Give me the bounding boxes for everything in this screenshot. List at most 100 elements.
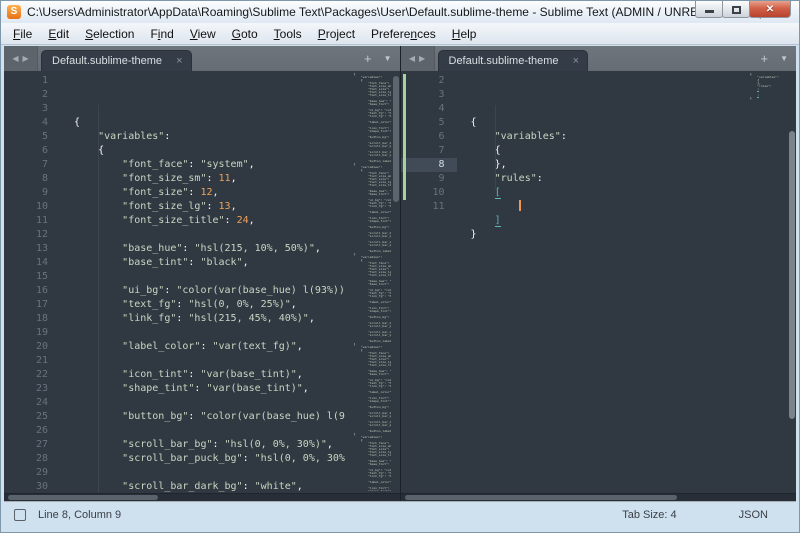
code-token: [354, 153, 368, 157]
code-token: :: [176, 299, 188, 310]
menu-file[interactable]: File: [5, 25, 40, 43]
code-line[interactable]: "variables":: [471, 130, 797, 144]
minimize-icon: [705, 10, 714, 13]
code-line[interactable]: [74, 270, 400, 284]
minimap[interactable]: { "variables": { "font_face": "system", …: [354, 73, 391, 491]
horizontal-scrollbar-thumb[interactable]: [8, 495, 158, 500]
code-line[interactable]: "rules":: [471, 172, 797, 186]
close-button[interactable]: ✕: [749, 1, 791, 18]
menu-project[interactable]: Project: [310, 25, 363, 43]
menu-find[interactable]: Find: [142, 25, 181, 43]
caret-position[interactable]: Line 8, Column 9: [38, 509, 121, 521]
tab-overflow-icon[interactable]: ▼: [384, 54, 392, 63]
code-token: "label_color": [368, 300, 391, 304]
menu-goto[interactable]: Goto: [224, 25, 266, 43]
code-token: [471, 187, 495, 198]
minimap[interactable]: { "variables": { }, "rules": [ ]}: [750, 73, 787, 491]
new-tab-icon[interactable]: +: [760, 52, 768, 65]
vertical-scrollbar-thumb[interactable]: [393, 76, 399, 202]
tab-default-sublime-theme[interactable]: Default.sublime-theme ×: [438, 50, 589, 71]
code-line[interactable]: {: [471, 116, 797, 130]
code-token: "font_size": [122, 187, 188, 198]
code-line: "base_tint": "black",: [354, 103, 391, 106]
horizontal-scrollbar-thumb[interactable]: [405, 495, 677, 500]
code-line[interactable]: {: [74, 144, 400, 158]
menu-selection[interactable]: Selection: [77, 25, 142, 43]
maximize-button[interactable]: [722, 1, 750, 18]
code-line[interactable]: "base_tint": "black",: [74, 256, 400, 270]
close-tab-icon[interactable]: ×: [176, 55, 182, 67]
vertical-scrollbar[interactable]: [789, 73, 795, 491]
code-line[interactable]: "ui_bg": "color(var(base_hue) l(93%)): [74, 284, 400, 298]
code-line[interactable]: }: [471, 228, 797, 242]
code-line[interactable]: ]: [471, 214, 797, 228]
horizontal-scrollbar[interactable]: [4, 493, 400, 501]
tab-size-indicator[interactable]: Tab Size: 4: [622, 509, 676, 521]
code-line[interactable]: "font_size": 12,: [74, 186, 400, 200]
code-area[interactable]: { "variables": { }, "rules": [ ]}: [471, 74, 797, 493]
sublime-logo-icon: S: [7, 5, 21, 19]
code-line: "shape_tint": "var(base_tint)",: [354, 310, 391, 313]
line-number: 5: [4, 130, 60, 144]
code-token: {: [74, 117, 80, 128]
code-line[interactable]: [471, 200, 797, 214]
code-line[interactable]: "button_bg": "color(var(base_hue) l(9: [74, 410, 400, 424]
tab-next-icon[interactable]: ▶: [23, 54, 29, 63]
code-line[interactable]: "font_face": "system",: [74, 158, 400, 172]
code-token: :: [200, 341, 212, 352]
minimize-button[interactable]: [695, 1, 723, 18]
code-line[interactable]: [74, 424, 400, 438]
code-line[interactable]: "font_size_lg": 13,: [74, 200, 400, 214]
menu-help[interactable]: Help: [444, 25, 485, 43]
code-line[interactable]: {: [74, 116, 400, 130]
code-token: [354, 204, 368, 208]
code-line[interactable]: "text_fg": "hsl(0, 0%, 25%)",: [74, 298, 400, 312]
code-line[interactable]: [74, 466, 400, 480]
status-panel-icon[interactable]: [14, 509, 26, 521]
code-line[interactable]: "base_hue": "hsl(215, 10%, 50%)",: [74, 242, 400, 256]
menu-tools[interactable]: Tools: [266, 25, 310, 43]
code-line[interactable]: [74, 326, 400, 340]
code-line[interactable]: [74, 396, 400, 410]
menu-edit[interactable]: Edit: [40, 25, 77, 43]
tab-overflow-icon[interactable]: ▼: [780, 54, 788, 63]
code-line[interactable]: [471, 242, 797, 256]
code-token: "font_size_title": [368, 273, 391, 277]
code-line[interactable]: "scroll_bar_puck_bg": "hsl(0, 0%, 30%: [74, 452, 400, 466]
code-line[interactable]: "scroll_bar_bg": "hsl(0, 0%, 30%)",: [74, 438, 400, 452]
code-editor[interactable]: 1234567891011121314151617181920212223242…: [4, 71, 400, 493]
close-tab-icon[interactable]: ×: [573, 55, 579, 67]
horizontal-scrollbar[interactable]: [401, 493, 797, 501]
code-line[interactable]: [74, 228, 400, 242]
tab-prev-icon[interactable]: ◀: [12, 54, 18, 63]
code-token: :: [390, 489, 391, 491]
code-line[interactable]: [: [471, 186, 797, 200]
tab-default-sublime-theme[interactable]: Default.sublime-theme ×: [41, 50, 192, 71]
syntax-indicator[interactable]: JSON: [739, 509, 768, 521]
code-line[interactable]: "variables":: [74, 130, 400, 144]
code-line[interactable]: "icon_tint": "var(base_tint)",: [74, 368, 400, 382]
code-line[interactable]: "shape_tint": "var(base_tint)",: [74, 382, 400, 396]
code-line[interactable]: "scroll_bar_dark_bg": "white",: [74, 480, 400, 493]
vertical-scrollbar-thumb[interactable]: [789, 131, 795, 419]
code-line[interactable]: "font_size_sm": 11,: [74, 172, 400, 186]
code-line[interactable]: "label_color": "var(text_fg)",: [74, 340, 400, 354]
code-line[interactable]: {: [471, 144, 797, 158]
tab-next-icon[interactable]: ▶: [419, 54, 425, 63]
menu-view[interactable]: View: [182, 25, 224, 43]
code-line: "link_fg": "hsl(215, 45%, 40%)",: [354, 475, 391, 478]
code-line[interactable]: "font_size_title": 24,: [74, 214, 400, 228]
vertical-scrollbar[interactable]: [393, 73, 399, 491]
tab-prev-icon[interactable]: ◀: [409, 54, 415, 63]
code-area[interactable]: { "variables": { "font_face": "system", …: [74, 74, 400, 493]
code-line[interactable]: [74, 354, 400, 368]
new-tab-icon[interactable]: +: [364, 52, 372, 65]
code-line[interactable]: "link_fg": "hsl(215, 45%, 40%)",: [74, 312, 400, 326]
line-number: 6: [401, 130, 457, 144]
code-token: ,: [231, 173, 237, 184]
code-token: :: [206, 201, 218, 212]
code-token: :: [164, 131, 170, 142]
menu-preferences[interactable]: Preferences: [363, 25, 444, 43]
code-editor[interactable]: 234567891011 { "variables": { }, "rules"…: [401, 71, 797, 493]
code-line[interactable]: },: [471, 158, 797, 172]
